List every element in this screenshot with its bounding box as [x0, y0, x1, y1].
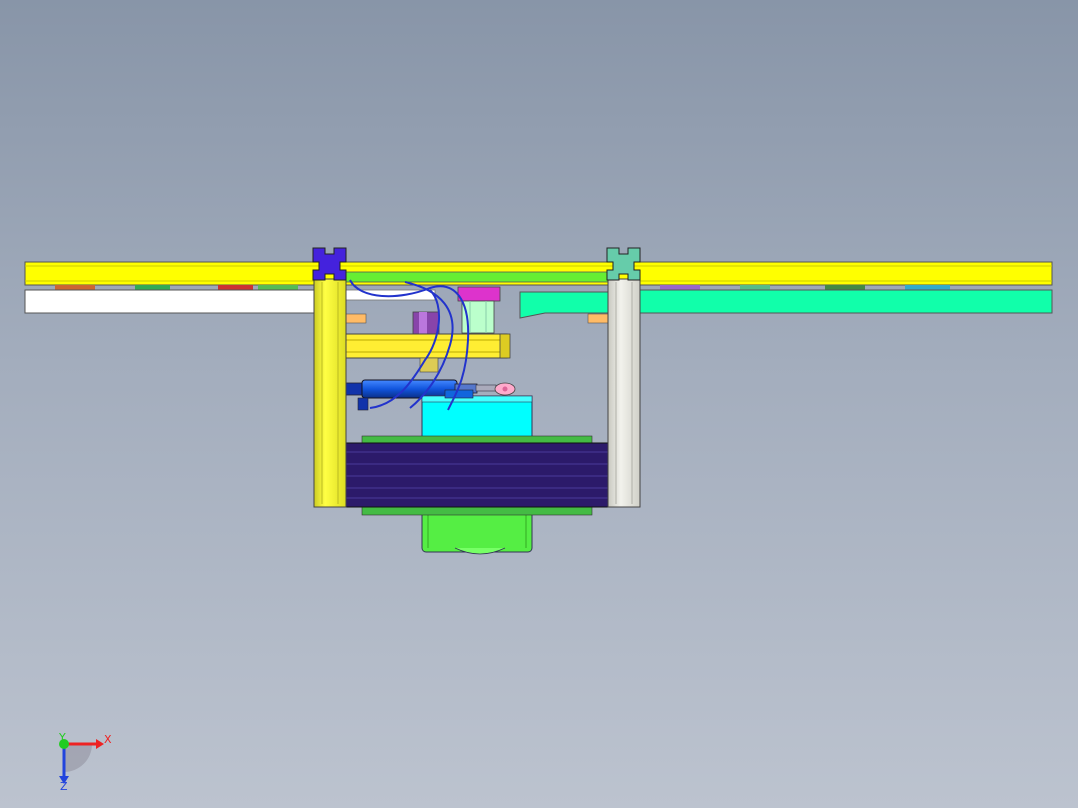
orange-pad-right: [587, 313, 609, 324]
triad-x-label: X: [104, 733, 112, 746]
conveyor-belt-navy[interactable]: [344, 442, 609, 508]
coordinate-triad: X Y Z: [58, 731, 112, 793]
orange-pad-left: [345, 313, 367, 324]
triad-z-label: Z: [60, 780, 68, 793]
triad-y-label: Y: [58, 731, 66, 744]
rail-detail-strip: [55, 285, 950, 290]
lower-profile-left-white[interactable]: [24, 289, 436, 314]
cad-canvas[interactable]: X Y Z: [0, 0, 1078, 808]
left-post-yellow[interactable]: [313, 278, 347, 508]
right-post-grey[interactable]: [607, 278, 641, 508]
inner-green-rail: [344, 271, 611, 283]
yellow-crossbar-bracket[interactable]: [344, 333, 511, 373]
cad-viewport[interactable]: X Y Z: [0, 0, 1078, 808]
